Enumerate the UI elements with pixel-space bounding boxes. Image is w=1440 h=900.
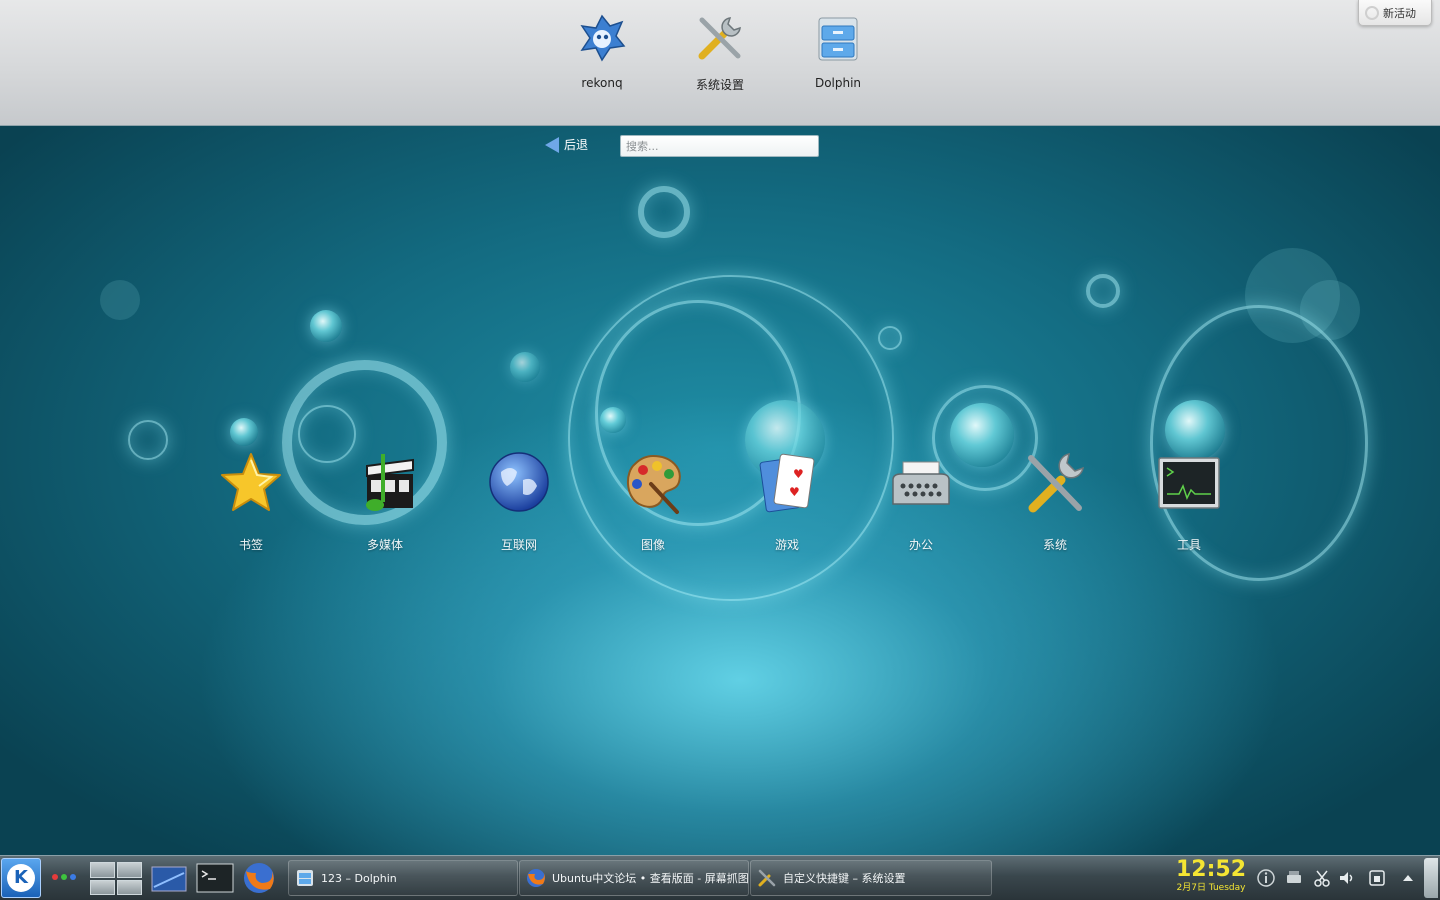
pager-desktop-4[interactable] xyxy=(117,879,142,895)
bookmark-star-icon xyxy=(219,450,283,516)
category-label: 互联网 xyxy=(500,538,537,552)
games-cards-icon: ♥ ♥ xyxy=(755,450,819,516)
back-label: 后退 xyxy=(564,138,589,152)
task-label: 123 – Dolphin xyxy=(321,871,397,885)
orb-decoration xyxy=(310,310,342,342)
orb-decoration xyxy=(600,407,626,433)
activity-manager-icon[interactable] xyxy=(52,874,76,880)
category-label: 工具 xyxy=(1176,538,1201,552)
desktop-pager[interactable] xyxy=(90,862,142,895)
firefox-icon xyxy=(244,863,274,893)
graphics-palette-icon xyxy=(621,450,685,516)
task-label: 自定义快捷键 – 系统设置 xyxy=(783,872,906,885)
svg-text:♥: ♥ xyxy=(789,485,800,499)
scissors-clipboard-icon[interactable] xyxy=(1312,868,1332,888)
task-firefox[interactable]: Ubuntu中文论坛 • 查看版面 - 屏幕抓图 - xyxy=(519,860,749,896)
pager-desktop-1[interactable] xyxy=(90,862,115,878)
pager-desktop-3[interactable] xyxy=(90,879,115,895)
panel-toolbox-button[interactable] xyxy=(1424,858,1438,898)
internet-globe-icon xyxy=(487,450,551,516)
back-arrow-icon xyxy=(545,136,559,153)
category-label: 办公 xyxy=(908,538,933,552)
ring-decoration xyxy=(878,326,902,350)
device-notifier-icon[interactable] xyxy=(1284,868,1304,888)
digital-clock[interactable]: 12:52 2月7日 Tuesday xyxy=(1170,858,1252,894)
favorite-dolphin[interactable]: Dolphin xyxy=(793,12,883,90)
category-games[interactable]: ♥ ♥ 游戏 xyxy=(737,450,837,553)
orb-decoration xyxy=(510,352,540,382)
system-settings-icon xyxy=(694,12,746,64)
search-input[interactable] xyxy=(620,135,819,157)
office-typewriter-icon xyxy=(889,450,953,516)
taskbar-panel: K 123 – Dolphin Ubuntu中文论坛 • 查看版面 - 屏幕抓图… xyxy=(0,855,1440,900)
new-activity-icon xyxy=(1365,5,1379,20)
new-activity-button[interactable]: 新活动 xyxy=(1358,0,1432,26)
category-utilities[interactable]: 工具 xyxy=(1139,450,1239,553)
favorite-rekonq[interactable]: rekonq xyxy=(557,12,647,90)
category-bookmarks[interactable]: 书签 xyxy=(201,450,301,553)
desktop-icon xyxy=(151,866,187,892)
category-office[interactable]: 办公 xyxy=(871,450,971,553)
terminal-launcher[interactable] xyxy=(196,861,234,895)
ring-decoration xyxy=(128,420,168,460)
system-tools-icon xyxy=(1023,450,1087,516)
system-settings-icon xyxy=(757,868,777,888)
kde-launcher-icon: K xyxy=(7,864,35,892)
network-tray-icon[interactable] xyxy=(1367,868,1387,888)
favorite-label: rekonq xyxy=(581,76,623,90)
dolphin-folder-icon xyxy=(812,12,864,64)
favorite-label: 系统设置 xyxy=(695,78,744,92)
back-button[interactable]: 后退 xyxy=(545,136,588,153)
category-label: 系统 xyxy=(1042,538,1067,552)
info-tray-icon[interactable] xyxy=(1256,868,1276,888)
svg-text:♥: ♥ xyxy=(793,467,804,481)
new-activity-label: 新活动 xyxy=(1383,6,1416,20)
clock-date: 2月7日 Tuesday xyxy=(1176,883,1246,893)
category-internet[interactable]: 互联网 xyxy=(469,450,569,553)
favorite-system-settings[interactable]: 系统设置 xyxy=(675,12,765,93)
tray-expand-arrow-icon[interactable] xyxy=(1398,868,1418,888)
task-dolphin[interactable]: 123 – Dolphin xyxy=(288,860,518,896)
category-label: 书签 xyxy=(238,538,263,552)
pager-desktop-2[interactable] xyxy=(117,862,142,878)
firefox-icon xyxy=(526,868,546,888)
favorite-label: Dolphin xyxy=(814,76,862,90)
show-desktop-launcher[interactable] xyxy=(150,861,188,895)
clock-time: 12:52 xyxy=(1175,857,1247,882)
category-label: 多媒体 xyxy=(366,538,403,552)
rekonq-icon xyxy=(576,12,628,64)
terminal-icon xyxy=(196,863,234,893)
task-label: Ubuntu中文论坛 • 查看版面 - 屏幕抓图 - xyxy=(552,872,749,885)
category-system[interactable]: 系统 xyxy=(1005,450,1105,553)
category-label: 图像 xyxy=(640,538,665,552)
ring-decoration xyxy=(1086,274,1120,308)
bokeh-decoration xyxy=(100,280,140,320)
category-graphics[interactable]: 图像 xyxy=(603,450,703,553)
ring-decoration xyxy=(638,186,690,238)
multimedia-icon xyxy=(353,450,417,516)
firefox-launcher[interactable] xyxy=(240,861,278,895)
utilities-terminal-icon xyxy=(1157,450,1221,516)
orb-decoration xyxy=(230,418,258,446)
task-system-settings[interactable]: 自定义快捷键 – 系统设置 xyxy=(750,860,992,896)
bokeh-decoration xyxy=(1300,280,1360,340)
favorites-bar: rekonq 系统设置 Dolphin 新活动 xyxy=(0,0,1440,126)
application-launcher-button[interactable]: K xyxy=(1,858,41,898)
category-multimedia[interactable]: 多媒体 xyxy=(335,450,435,553)
dolphin-icon xyxy=(295,868,315,888)
category-label: 游戏 xyxy=(774,538,799,552)
volume-icon[interactable] xyxy=(1337,868,1357,888)
